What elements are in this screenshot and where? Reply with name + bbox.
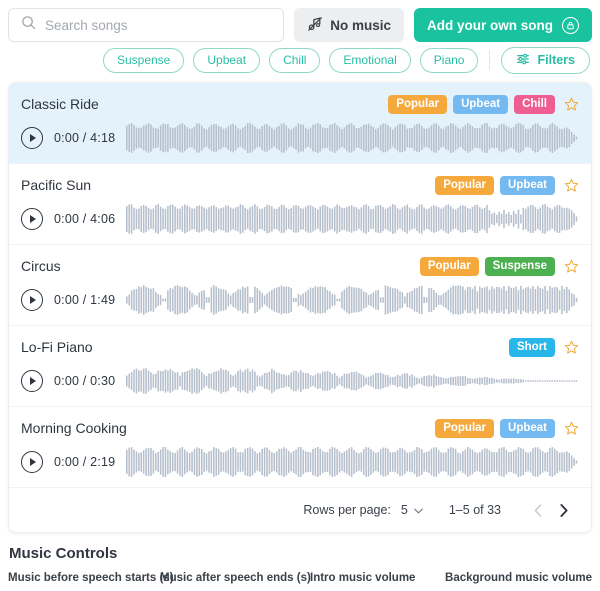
intro-music-volume-control: Intro music volume [310,572,445,591]
filter-chip-emotional[interactable]: Emotional [329,47,411,73]
search-input[interactable] [45,17,272,33]
filter-chip-piano[interactable]: Piano [419,47,479,73]
song-header: Morning Cooking Popular Upbeat [21,417,579,439]
song-rows: Classic Ride Popular Upbeat Chill 0:00 / 4:1… [9,83,591,488]
song-title: Classic Ride [21,96,99,112]
song-header: Circus Popular Suspense [21,255,579,277]
song-player: 0:00 / 0:30 [21,364,579,398]
play-button[interactable] [21,127,43,149]
filter-chip-suspense[interactable]: Suspense [102,47,185,73]
song-tags: Popular Suspense [419,256,579,276]
song-title: Morning Cooking [21,420,127,436]
favorite-star-icon[interactable] [564,421,579,436]
music-before-speech-label: Music before speech starts (s) [8,572,174,584]
song-time: 0:00 / 0:30 [54,374,116,388]
divider [489,50,491,70]
rows-per-page-value: 5 [400,503,408,517]
toolbar: No music Add your own song [8,0,592,44]
song-header: Classic Ride Popular Upbeat Chill [21,93,579,115]
add-song-label: Add your own song [427,17,553,33]
pagination-bar: Rows per page: 5 1–5 of 33 [9,488,591,532]
waveform[interactable] [126,202,579,236]
song-title: Circus [21,258,61,274]
no-music-label: No music [330,17,391,33]
tag-upbeat[interactable]: Upbeat [453,94,509,114]
song-tags: Popular Upbeat [435,418,579,438]
background-music-volume-label: Background music volume [445,572,592,584]
song-time: 0:00 / 4:06 [54,212,116,226]
tag-upbeat[interactable]: Upbeat [500,175,555,195]
play-button[interactable] [21,370,43,392]
song-player: 0:00 / 2:19 [21,445,579,479]
rows-per-page-select[interactable]: 5 [401,503,423,517]
filter-chip-upbeat[interactable]: Upbeat [193,47,261,73]
filter-chip-chill[interactable]: Chill [269,47,321,73]
music-controls-section: Music Controls Music before speech start… [8,545,592,591]
waveform[interactable] [126,445,579,479]
tag-upbeat[interactable]: Upbeat [500,418,555,438]
song-tags: Popular Upbeat Chill [388,94,579,114]
waveform[interactable] [126,283,579,317]
play-button[interactable] [21,208,43,230]
song-row[interactable]: Circus Popular Suspense 0:00 / 1:49 [9,245,591,326]
song-time: 0:00 / 1:49 [54,293,116,307]
song-tags: Popular Upbeat [435,175,579,195]
no-music-button[interactable]: No music [294,8,404,42]
song-row[interactable]: Morning Cooking Popular Upbeat 0:00 / 2:19 [9,407,591,488]
song-tags: Short [508,337,579,357]
song-row[interactable]: Classic Ride Popular Upbeat Chill 0:00 / 4:1… [9,83,591,164]
song-list-card: Classic Ride Popular Upbeat Chill 0:00 / 4:1… [8,82,592,533]
song-row[interactable]: Pacific Sun Popular Upbeat 0:00 / 4:06 [9,164,591,245]
pagination-range: 1–5 of 33 [448,503,501,517]
chevron-down-icon [413,503,423,517]
song-time: 0:00 / 2:19 [54,455,116,469]
lock-icon [562,16,579,34]
tag-popular[interactable]: Popular [419,256,479,276]
song-header: Pacific Sun Popular Upbeat [21,174,579,196]
song-title: Lo-Fi Piano [21,339,93,355]
song-player: 0:00 / 4:18 [21,121,579,155]
sliders-icon [516,52,530,69]
tag-popular[interactable]: Popular [435,418,495,438]
song-time: 0:00 / 4:18 [54,131,116,145]
favorite-star-icon[interactable] [564,259,579,274]
play-button[interactable] [21,289,43,311]
filter-chip-row: Suspense Upbeat Chill Emotional Piano Fi… [8,44,592,76]
song-player: 0:00 / 4:06 [21,202,579,236]
song-row[interactable]: Lo-Fi Piano Short 0:00 / 0:30 [9,326,591,407]
filters-label: Filters [537,53,575,67]
music-after-speech-label: Music after speech ends (s) [160,572,311,584]
add-your-own-song-button[interactable]: Add your own song [414,8,592,42]
favorite-star-icon[interactable] [564,97,579,112]
music-after-speech-control: Music after speech ends (s) − 2 seconds … [160,572,311,591]
song-player: 0:00 / 1:49 [21,283,579,317]
play-button[interactable] [21,451,43,473]
waveform[interactable] [126,364,579,398]
tag-popular[interactable]: Popular [388,94,448,114]
waveform[interactable] [126,121,579,155]
music-controls-title: Music Controls [9,545,118,562]
tag-chill[interactable]: Chill [514,94,555,114]
rows-per-page-label: Rows per page: [303,503,391,517]
tag-popular[interactable]: Popular [435,175,495,195]
music-library-page: No music Add your own song Suspense Upbe… [0,0,600,591]
music-note-off-icon [307,16,323,35]
favorite-star-icon[interactable] [564,340,579,355]
next-page-button[interactable] [551,497,577,523]
favorite-star-icon[interactable] [564,178,579,193]
search-box[interactable] [8,8,285,42]
previous-page-button[interactable] [525,497,551,523]
song-header: Lo-Fi Piano Short [21,336,579,358]
tag-short[interactable]: Short [508,337,555,357]
music-before-speech-control: Music before speech starts (s) − 4 secon… [8,572,174,591]
intro-music-volume-label: Intro music volume [310,572,416,584]
background-music-volume-control: Background music volume [445,572,592,591]
song-title: Pacific Sun [21,177,92,193]
tag-suspense[interactable]: Suspense [484,256,555,276]
search-icon [21,15,36,35]
filters-button[interactable]: Filters [501,46,590,74]
